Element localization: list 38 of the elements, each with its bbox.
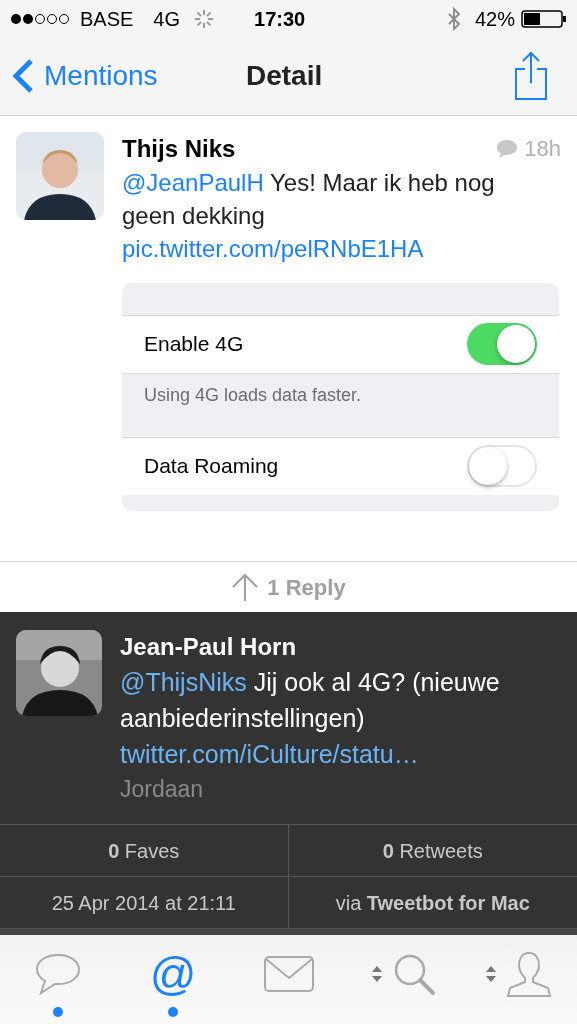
sort-arrows-icon [486, 965, 497, 982]
author-name: Thijs Niks [122, 133, 236, 164]
tweet-stat: 0 Faves [108, 838, 180, 864]
chevron-left-icon [12, 58, 34, 95]
mention-link[interactable]: @JeanPaulH [122, 165, 264, 199]
tweet-stat: 0 Retweets [382, 838, 483, 864]
back-button[interactable]: Mentions [12, 55, 158, 98]
screen-title: Detail [246, 59, 323, 94]
location-text: Jordaan [120, 775, 205, 805]
speech-bubble-icon [496, 138, 519, 159]
activity-spinner-icon [194, 9, 215, 29]
tweet-text: @JeanPaulH Yes! Maar ik heb nog geen dekking pic.twitter.com/pelRNbE1HA [122, 165, 542, 265]
url-link[interactable]: pic.twitter.com/pelRNbE1HA [122, 231, 424, 265]
carrier-name: BASE [80, 7, 134, 32]
tweet-stat: via Tweetbot for Mac [335, 890, 530, 916]
toggle-switch[interactable] [467, 445, 537, 488]
network-type: 4G [153, 7, 181, 32]
setting-description: Using 4G loads data faster. [144, 384, 362, 405]
envelope-icon [263, 955, 314, 992]
setting-label: Data Roaming [144, 453, 280, 480]
url-link[interactable]: twitter.com/iCulture/statu… [120, 736, 419, 773]
speech-bubble-icon [33, 952, 82, 995]
person-icon [506, 950, 553, 997]
arrow-up-icon [231, 573, 260, 602]
battery-percent: 42% [474, 7, 515, 32]
tweet-age: 18h [524, 135, 561, 164]
setting-label: Enable 4G [144, 331, 245, 358]
clock-time: 17:30 [254, 7, 306, 32]
share-icon[interactable] [513, 51, 549, 102]
author-name: Jean-Paul Horn [120, 632, 298, 663]
battery-icon [521, 9, 567, 29]
tweet-stat: 25 Apr 2014 at 21:11 [51, 890, 236, 916]
bluetooth-icon [446, 7, 461, 31]
mention-link[interactable]: @ThijsNiks [120, 664, 247, 701]
toggle-switch[interactable] [467, 323, 537, 366]
at-sign-icon: @ [149, 948, 197, 999]
sort-arrows-icon [371, 965, 382, 982]
tweet-text: @ThijsNiks Jij ook al 4G? (nieuwe aanbiederinstellingen) twitter.com/iCulture/statu… [120, 664, 500, 773]
